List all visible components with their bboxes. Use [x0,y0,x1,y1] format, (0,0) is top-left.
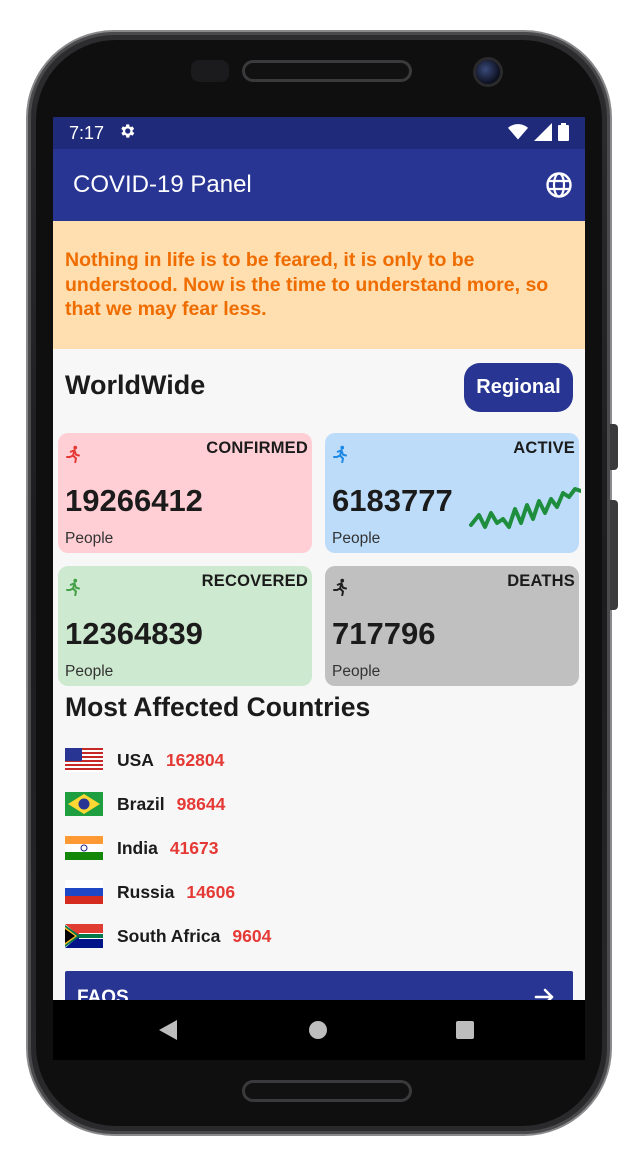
back-icon[interactable] [159,1020,177,1040]
card-label: DEATHS [507,572,575,590]
country-name: Brazil [117,793,165,814]
card-unit: People [65,663,114,680]
app-title: COVID-19 Panel [73,171,252,198]
running-person-icon [64,445,82,464]
south-africa-flag-icon [65,924,103,948]
wifi-icon [508,123,528,146]
country-value: 14606 [186,881,236,902]
running-person-icon [331,578,349,597]
home-icon[interactable] [309,1021,327,1039]
india-flag-icon [65,836,103,860]
regional-button[interactable]: Regional [464,363,573,412]
card-label: ACTIVE [513,439,575,457]
signal-icon [534,123,552,146]
list-item[interactable]: Russia 14606 [65,880,235,904]
app-bar: COVID-19 Panel [53,149,585,221]
system-nav-bar [53,1000,585,1060]
card-unit: People [332,663,381,680]
card-value: 12364839 [65,616,203,651]
quote-banner: Nothing in life is to be feared, it is o… [53,221,585,349]
card-value: 6183777 [332,483,453,518]
card-unit: People [65,530,114,547]
country-name: USA [117,749,154,770]
card-unit: People [332,530,381,547]
country-value: 98644 [176,793,226,814]
globe-icon[interactable] [545,171,573,199]
list-item[interactable]: South Africa 9604 [65,924,271,948]
country-value: 162804 [165,749,225,770]
running-person-icon [331,445,349,464]
recent-apps-icon[interactable] [456,1021,474,1039]
proximity-sensor [191,60,229,82]
trend-sparkline [469,487,581,529]
worldwide-title: WorldWide [65,370,206,400]
app-screen: 7:17 COVID-19 Panel Nothing in life is t… [53,117,585,1060]
card-value: 717796 [332,616,436,651]
confirmed-card[interactable]: CONFIRMED 19266412 People [58,433,312,553]
russia-flag-icon [65,880,103,904]
country-value: 9604 [232,925,272,946]
card-value: 19266412 [65,483,203,518]
status-bar: 7:17 [53,117,585,149]
top-speaker [242,60,412,82]
active-card[interactable]: ACTIVE 6183777 People [325,433,581,553]
list-item[interactable]: Brazil 98644 [65,792,225,816]
us-flag-icon [65,748,103,772]
card-label: RECOVERED [201,572,308,590]
volume-button [610,424,618,470]
deaths-card[interactable]: DEATHS 717796 People [325,566,579,686]
card-label: CONFIRMED [206,439,308,457]
running-person-icon [64,578,82,597]
country-value: 41673 [169,837,219,858]
front-camera [476,60,500,84]
country-name: India [117,837,158,858]
list-item[interactable]: USA 162804 [65,748,224,772]
country-name: South Africa [117,925,221,946]
status-time: 7:17 [69,122,105,143]
country-name: Russia [117,881,175,902]
side-button [610,500,618,610]
list-item[interactable]: India 41673 [65,836,219,860]
brazil-flag-icon [65,792,103,816]
bottom-speaker [242,1080,412,1102]
battery-icon [558,123,569,146]
most-affected-title: Most Affected Countries [65,692,371,722]
recovered-card[interactable]: RECOVERED 12364839 People [58,566,312,686]
gear-icon [118,122,136,145]
